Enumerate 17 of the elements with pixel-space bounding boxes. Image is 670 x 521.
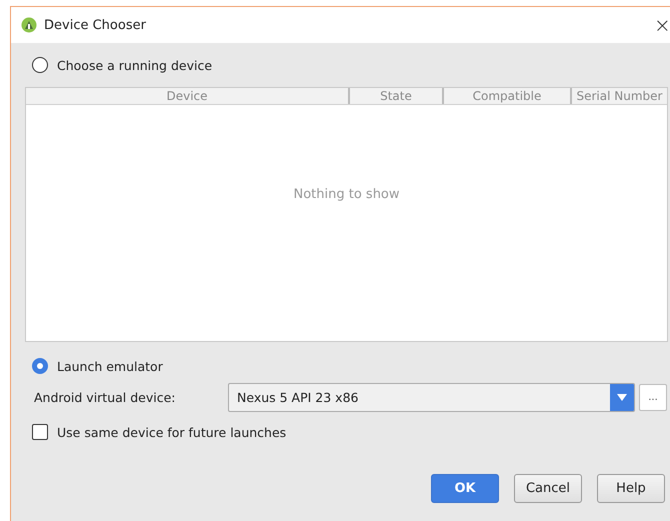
dialog-button[interactable]: Help <box>597 474 665 503</box>
caret-icon <box>617 394 627 401</box>
checkbox[interactable] <box>32 424 48 440</box>
dialog-button[interactable]: Cancel <box>514 474 582 503</box>
close-button[interactable]: × <box>654 13 670 37</box>
window-title: Device Chooser <box>44 18 146 32</box>
radio-label[interactable]: Launch emulator <box>57 358 163 374</box>
browse-button[interactable]: ... <box>639 384 667 411</box>
checkbox-label[interactable]: Use same device for future launches <box>57 424 286 440</box>
radio-button[interactable] <box>32 358 48 374</box>
dialog-button[interactable]: OK <box>431 474 499 503</box>
field-label: Android virtual device: <box>34 390 177 405</box>
radio-label[interactable]: Choose a running device <box>57 58 212 72</box>
radio-button[interactable] <box>32 57 48 73</box>
android-logo-icon <box>21 17 37 33</box>
avd-dropdown[interactable]: Nexus 5 API 23 x86 <box>228 383 635 412</box>
empty-message: Nothing to show <box>293 186 400 202</box>
